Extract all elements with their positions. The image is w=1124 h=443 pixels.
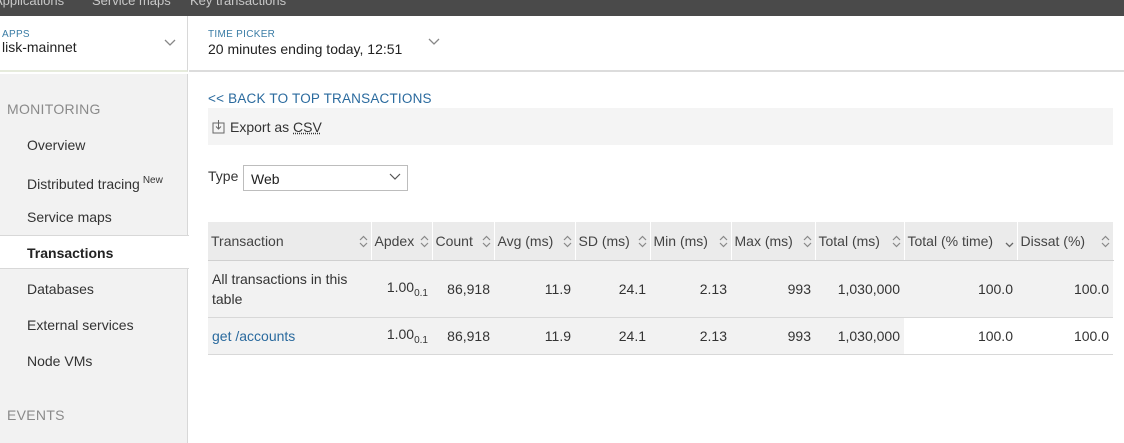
- cell-transaction-name: All transactions in this table: [208, 260, 371, 318]
- sidebar: MONITORING Overview Distributed tracing N…: [0, 74, 189, 443]
- cell-max: 993: [731, 317, 815, 355]
- cell-sd: 24.1: [575, 317, 650, 355]
- type-select[interactable]: Web: [243, 165, 408, 191]
- cell-count: 86,918: [432, 317, 494, 355]
- cell-total-pct: 100.0: [904, 260, 1017, 318]
- sort-icon: [420, 235, 428, 248]
- chevron-down-icon[interactable]: [428, 38, 440, 46]
- cell-min: 2.13: [650, 260, 731, 318]
- sort-icon: [1101, 235, 1109, 248]
- export-bar: Export as CSV: [208, 108, 1113, 145]
- col-header-transaction[interactable]: Transaction: [208, 222, 372, 261]
- cell-sd: 24.1: [575, 260, 650, 318]
- col-header-total[interactable]: Total (ms): [815, 222, 905, 261]
- sort-icon: [563, 235, 571, 248]
- top-nav-bar: Applications Service maps Key transactio…: [0, 0, 1124, 16]
- type-select-value: Web: [251, 171, 280, 187]
- cell-apdex: 1.000.1: [371, 317, 432, 355]
- time-picker-value: 20 minutes ending today, 12:51: [208, 41, 403, 57]
- col-header-min[interactable]: Min (ms): [650, 222, 732, 261]
- sidebar-item-distributed-tracing[interactable]: Distributed tracing New: [0, 164, 188, 198]
- col-header-max[interactable]: Max (ms): [731, 222, 816, 261]
- sort-icon: [719, 235, 727, 248]
- top-nav-service-maps[interactable]: Service maps: [92, 0, 171, 8]
- new-badge: New: [142, 175, 163, 186]
- sort-icon: [892, 235, 900, 248]
- events-heading: EVENTS: [7, 407, 65, 423]
- table-row: All transactions in this table 1.000.1 8…: [208, 260, 1113, 318]
- apps-value: lisk-mainnet: [2, 39, 77, 55]
- sidebar-item-transactions[interactable]: Transactions: [0, 235, 189, 269]
- cell-count: 86,918: [432, 260, 494, 318]
- sort-icon: [359, 235, 367, 248]
- export-csv-button[interactable]: Export as CSV: [230, 119, 322, 135]
- time-picker[interactable]: TIME PICKER 20 minutes ending today, 12:…: [189, 16, 1124, 72]
- transactions-table: Transaction Apdex Count Avg (ms) SD (ms)…: [208, 222, 1114, 355]
- top-nav-key-transactions[interactable]: Key transactions: [190, 0, 286, 8]
- cell-apdex: 1.000.1: [371, 260, 432, 318]
- sidebar-item-external-services[interactable]: External services: [0, 308, 188, 342]
- sidebar-item-service-maps[interactable]: Service maps: [0, 200, 188, 234]
- cell-min: 2.13: [650, 317, 731, 355]
- col-header-dissat[interactable]: Dissat (%): [1017, 222, 1114, 261]
- back-to-top-transactions-link[interactable]: << BACK TO TOP TRANSACTIONS: [208, 91, 432, 106]
- col-header-total-pct[interactable]: Total (% time): [904, 222, 1018, 261]
- table-header-row: Transaction Apdex Count Avg (ms) SD (ms)…: [208, 222, 1114, 261]
- cell-total: 1,030,000: [815, 317, 904, 355]
- cell-avg: 11.9: [494, 260, 575, 318]
- cell-avg: 11.9: [494, 317, 575, 355]
- table-row[interactable]: get /accounts 1.000.1 86,918 11.9 24.1 2…: [208, 317, 1113, 355]
- export-icon[interactable]: [212, 119, 225, 134]
- col-header-apdex[interactable]: Apdex: [371, 222, 433, 261]
- sidebar-item-node-vms[interactable]: Node VMs: [0, 344, 188, 378]
- sidebar-item-databases[interactable]: Databases: [0, 272, 188, 306]
- col-header-sd[interactable]: SD (ms): [575, 222, 651, 261]
- time-picker-label: TIME PICKER: [208, 29, 276, 40]
- cell-total-pct: 100.0: [904, 317, 1017, 355]
- cell-dissat: 100.0: [1017, 260, 1113, 318]
- col-header-count[interactable]: Count: [432, 222, 495, 261]
- sort-icon: [482, 235, 490, 248]
- sort-icon: [803, 235, 811, 248]
- cell-dissat: 100.0: [1017, 317, 1113, 355]
- type-label: Type: [208, 168, 239, 184]
- cell-max: 993: [731, 260, 815, 318]
- transaction-link[interactable]: get /accounts: [208, 317, 371, 355]
- cell-total: 1,030,000: [815, 260, 904, 318]
- sort-icon: [638, 235, 646, 248]
- top-nav-applications[interactable]: Applications: [0, 0, 64, 8]
- sidebar-item-overview[interactable]: Overview: [0, 128, 188, 162]
- chevron-down-icon[interactable]: [164, 39, 176, 47]
- apps-selector[interactable]: APPS lisk-mainnet: [0, 16, 188, 72]
- chevron-down-icon: [389, 173, 401, 180]
- col-header-avg[interactable]: Avg (ms): [494, 222, 576, 261]
- sort-desc-icon: [1005, 242, 1013, 248]
- monitoring-heading: MONITORING: [7, 101, 101, 117]
